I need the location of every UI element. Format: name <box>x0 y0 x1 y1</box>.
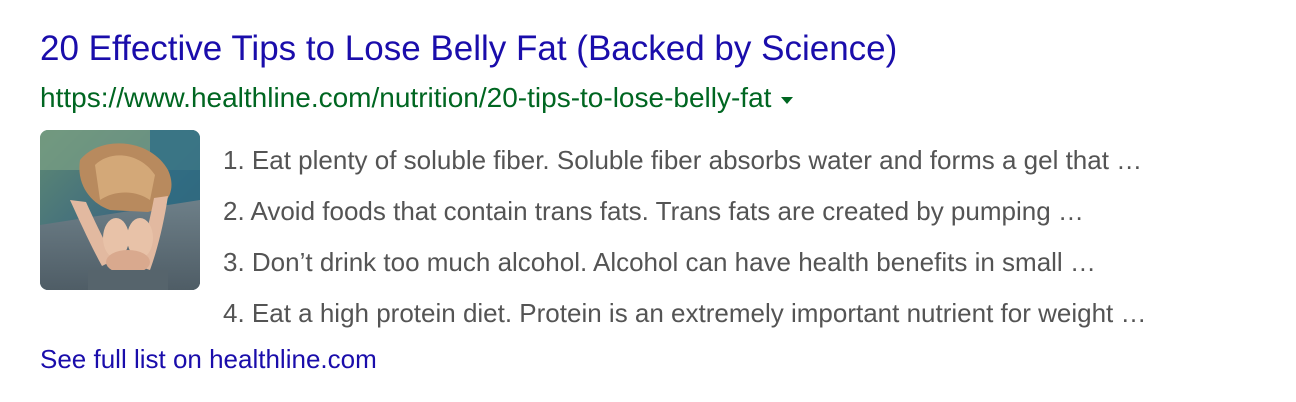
result-title-link[interactable]: 20 Effective Tips to Lose Belly Fat (Bac… <box>40 28 897 70</box>
see-full-list-link[interactable]: See full list on healthline.com <box>40 341 377 377</box>
result-url[interactable]: https://www.healthline.com/nutrition/20-… <box>40 80 771 116</box>
result-thumbnail[interactable] <box>40 130 200 290</box>
result-url-row: https://www.healthline.com/nutrition/20-… <box>40 80 794 116</box>
list-item: 2. Avoid foods that contain trans fats. … <box>223 196 1084 226</box>
list-item: 4. Eat a high protein diet. Protein is a… <box>223 298 1147 328</box>
list-item: 3. Don’t drink too much alcohol. Alcohol… <box>223 247 1096 277</box>
list-item: 1. Eat plenty of soluble fiber. Soluble … <box>223 145 1143 175</box>
snippet-list: 1. Eat plenty of soluble fiber. Soluble … <box>223 135 1146 339</box>
yoga-stretch-photo-icon <box>40 130 200 290</box>
caret-down-icon[interactable] <box>781 96 794 104</box>
search-result: 20 Effective Tips to Lose Belly Fat (Bac… <box>40 0 1280 402</box>
